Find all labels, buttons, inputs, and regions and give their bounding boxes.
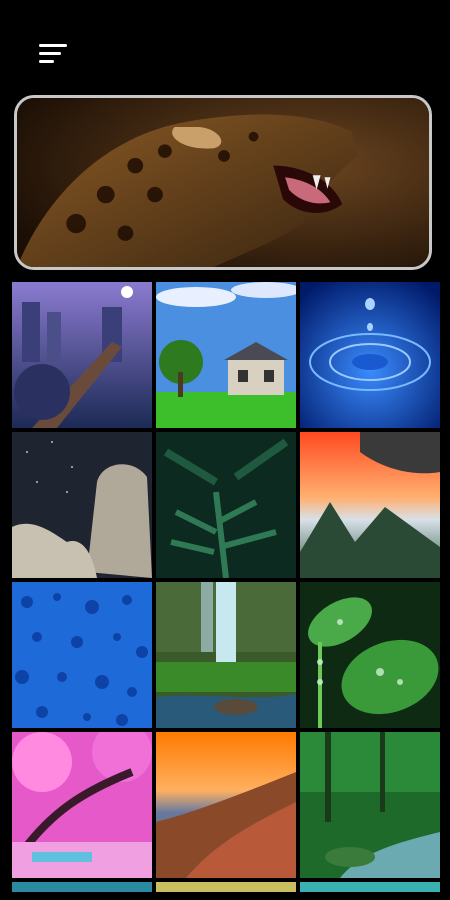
wallpaper-leaf-dewdrops[interactable] [300,582,440,728]
wallpaper-jungle-waterfall[interactable] [156,582,296,728]
wallpaper-partial-1[interactable] [12,882,152,892]
wallpaper-mountain-sunset[interactable] [300,432,440,578]
featured-wallpaper-leopard[interactable] [14,95,432,270]
wallpaper-water-drop[interactable] [300,282,440,428]
wallpaper-fantasy-bridge[interactable] [12,282,152,428]
wallpaper-starry-rocks[interactable] [12,432,152,578]
sort-menu-icon[interactable] [36,44,70,70]
wallpaper-fern-leaves[interactable] [156,432,296,578]
wallpaper-partial-2[interactable] [156,882,296,892]
wallpaper-country-house[interactable] [156,282,296,428]
wallpaper-pink-blossom-tree[interactable] [12,732,152,878]
wallpaper-blue-raindrops[interactable] [12,582,152,728]
wallpaper-partial-3[interactable] [300,882,440,892]
wallpaper-sunset-hills[interactable] [156,732,296,878]
wallpaper-forest-stream[interactable] [300,732,440,878]
